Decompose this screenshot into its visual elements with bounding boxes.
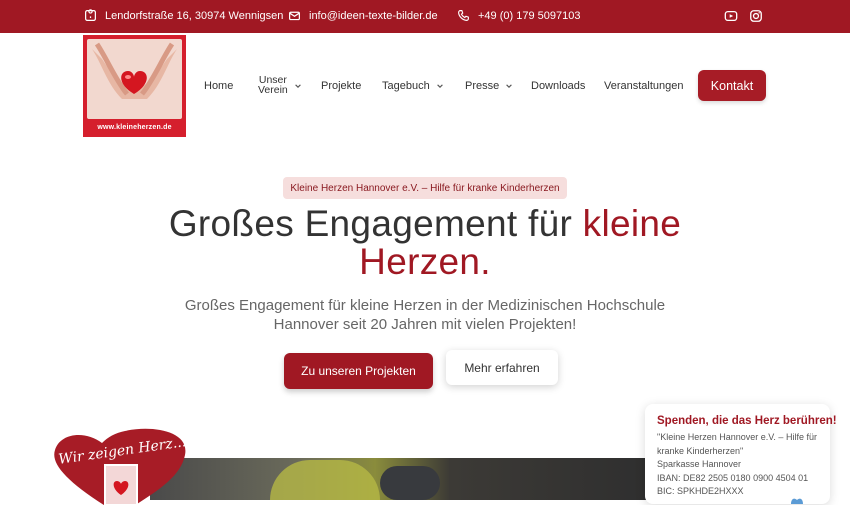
donation-recipient: "Kleine Herzen Hannover e.V. – Hilfe für… xyxy=(657,432,817,456)
chevron-down-icon xyxy=(506,84,513,88)
nav-presse[interactable]: Presse xyxy=(465,80,513,92)
map-icon xyxy=(85,9,96,21)
chevron-down-icon[interactable] xyxy=(294,82,302,90)
learn-more-button[interactable]: Mehr erfahren xyxy=(446,350,558,385)
site-logo[interactable]: www.kleineherzen.de xyxy=(83,35,186,137)
hero-image xyxy=(150,458,650,500)
instagram-icon xyxy=(750,10,762,22)
nav-unser-verein[interactable]: Unser Verein xyxy=(258,75,288,96)
hands-heart-icon xyxy=(92,42,177,99)
kontakt-button[interactable]: Kontakt xyxy=(698,70,766,101)
donation-title: Spenden, die das Herz berühren! xyxy=(657,415,837,427)
nav-projekte[interactable]: Projekte xyxy=(321,80,361,92)
nav-veranstaltungen[interactable]: Veranstaltungen xyxy=(604,80,684,92)
hero-title-accent-2: Herzen. xyxy=(359,241,491,282)
nav-home-label: Home xyxy=(204,80,234,92)
logo-url: www.kleineherzen.de xyxy=(97,124,172,131)
top-bar: Lendorfstraße 16, 30974 Wennigsen info@i… xyxy=(0,0,850,33)
youtube-icon xyxy=(724,10,738,22)
youtube-link[interactable] xyxy=(724,9,738,26)
nav-downloads[interactable]: Downloads xyxy=(531,80,585,92)
phone-link[interactable]: +49 (0) 179 5097103 xyxy=(457,9,580,22)
donation-card: Spenden, die das Herz berühren! "Kleine … xyxy=(645,404,837,504)
email-link[interactable]: info@ideen-texte-bilder.de xyxy=(288,9,438,22)
heart-badge-icon xyxy=(791,498,803,504)
nav-tagebuch[interactable]: Tagebuch xyxy=(382,80,444,92)
nav-downloads-label: Downloads xyxy=(531,80,586,92)
nav-projekte-label: Projekte xyxy=(321,80,362,92)
projects-button[interactable]: Zu unseren Projekten xyxy=(284,353,433,389)
address-text: Lendorfstraße 16, 30974 Wennigsen xyxy=(105,9,284,22)
email-text: info@ideen-texte-bilder.de xyxy=(309,9,438,22)
nav-unser-line2: Verein xyxy=(258,84,288,96)
donation-bank: Sparkasse Hannover xyxy=(657,459,742,469)
instagram-link[interactable] xyxy=(749,9,763,26)
donation-iban: IBAN: DE82 2505 0180 0900 4504 01 xyxy=(657,472,809,483)
nav-veranstaltungen-label: Veranstaltungen xyxy=(604,80,684,92)
hero-title: Großes Engagement für kleine Herzen. xyxy=(150,205,700,281)
phone-text: +49 (0) 179 5097103 xyxy=(478,9,581,22)
nav-tagebuch-label: Tagebuch xyxy=(382,80,430,92)
address-link[interactable]: Lendorfstraße 16, 30974 Wennigsen xyxy=(84,9,283,22)
nav-presse-label: Presse xyxy=(465,80,500,92)
nav-home[interactable]: Home xyxy=(204,80,233,92)
phone-icon xyxy=(458,10,469,21)
hero-title-main: Großes Engagement für xyxy=(168,203,583,244)
logo-image xyxy=(87,39,182,119)
hero-subtitle: Großes Engagement für kleine Herzen in d… xyxy=(184,297,666,333)
mail-icon xyxy=(289,11,300,21)
hero-badge: Kleine Herzen Hannover e.V. – Hilfe für … xyxy=(283,177,567,199)
chevron-down-icon xyxy=(436,84,443,88)
hero-title-accent-1: kleine xyxy=(582,203,682,244)
